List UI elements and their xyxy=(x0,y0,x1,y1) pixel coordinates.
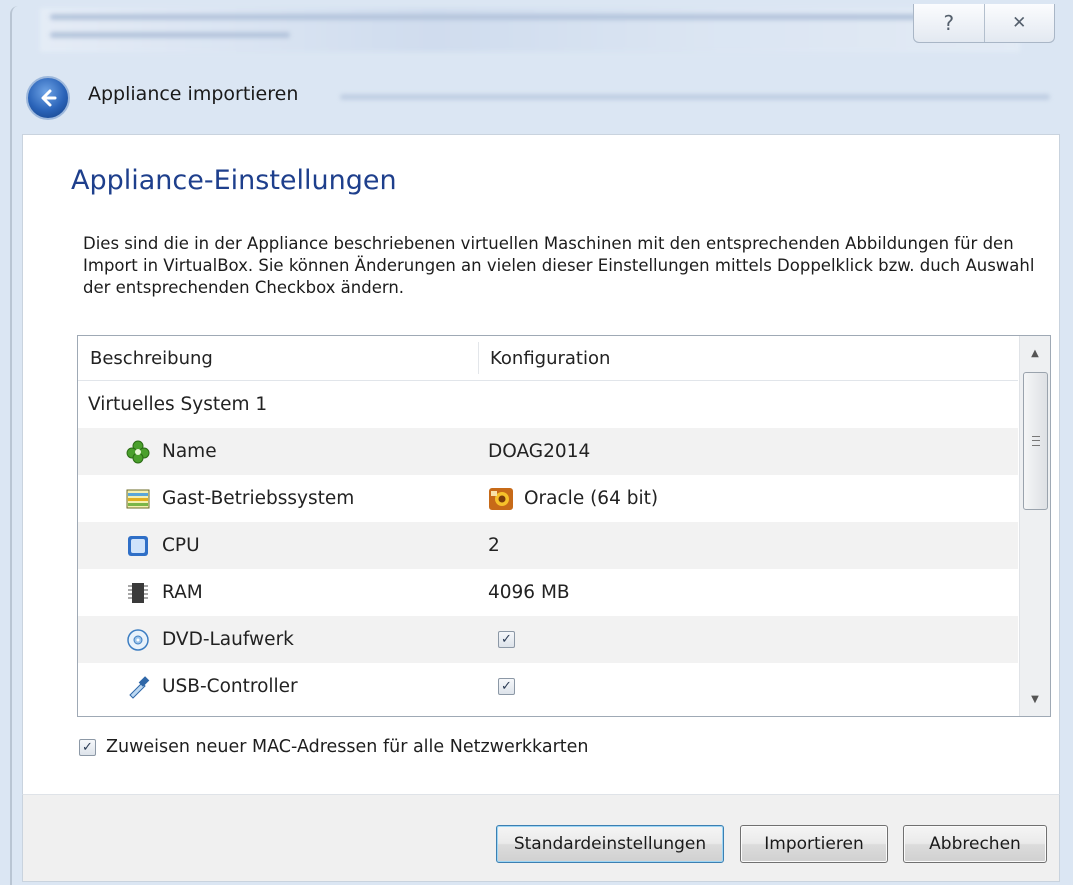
row-value[interactable]: 4096 MB xyxy=(488,569,570,616)
row-label-cell: Name xyxy=(126,428,217,475)
row-label: CPU xyxy=(162,535,200,556)
column-header-description[interactable]: Beschreibung xyxy=(90,348,213,369)
table-row[interactable]: USB-Controller ✓ xyxy=(78,663,1018,710)
table-row-group[interactable]: Virtuelles System 1 xyxy=(78,381,1018,428)
row-label-cell: Gast-Betriebssystem xyxy=(126,475,354,522)
chevron-up-icon: ▲ xyxy=(1031,347,1039,359)
table-row[interactable]: RAM 4096 MB xyxy=(78,569,1018,616)
help-icon: ? xyxy=(943,11,955,35)
row-value: Oracle (64 bit) xyxy=(524,488,659,509)
close-button[interactable]: ✕ xyxy=(983,4,1055,42)
cpu-icon xyxy=(126,534,150,558)
oracle-os-icon xyxy=(488,487,514,511)
wizard-title: Appliance importieren xyxy=(88,83,299,105)
scroll-down-button[interactable]: ▼ xyxy=(1020,682,1050,716)
dvd-icon xyxy=(126,628,150,652)
table-row[interactable]: Gast-Betriebssystem Oracle (64 bit) xyxy=(78,475,1018,522)
row-label-cell: RAM xyxy=(126,569,203,616)
import-button[interactable]: Importieren xyxy=(740,825,888,863)
column-divider[interactable] xyxy=(478,342,479,374)
wizard-header: Appliance importieren xyxy=(0,68,1073,124)
group-label: Virtuelles System 1 xyxy=(88,394,268,415)
ram-icon xyxy=(126,581,150,605)
row-value-cell: ✓ xyxy=(488,616,515,663)
button-bar: Standardeinstellungen Importieren Abbrec… xyxy=(22,794,1060,882)
mac-address-checkbox[interactable]: ✓ xyxy=(79,738,96,756)
restore-defaults-button[interactable]: Standardeinstellungen xyxy=(496,825,724,863)
row-label: RAM xyxy=(162,582,203,603)
page-title: Appliance-Einstellungen xyxy=(71,165,397,196)
caption-buttons: ? ✕ xyxy=(913,4,1055,43)
mac-address-option[interactable]: ✓ Zuweisen neuer MAC-Adressen für alle N… xyxy=(79,737,589,757)
row-label: Gast-Betriebssystem xyxy=(162,488,355,509)
back-arrow-icon xyxy=(41,89,57,107)
name-icon xyxy=(126,440,150,464)
row-value-cell: ✓ xyxy=(488,663,515,710)
dvd-checkbox[interactable]: ✓ xyxy=(498,631,515,648)
column-header-configuration[interactable]: Konfiguration xyxy=(490,348,610,369)
row-value[interactable]: 2 xyxy=(488,522,500,569)
appliance-settings-table[interactable]: Beschreibung Konfiguration Virtuelles Sy… xyxy=(77,335,1051,717)
mac-address-label: Zuweisen neuer MAC-Adressen für alle Net… xyxy=(106,737,589,757)
table-scrollbar[interactable]: ▲ ▼ xyxy=(1019,336,1050,716)
blurred-line xyxy=(50,14,980,20)
scrollbar-thumb[interactable] xyxy=(1023,372,1048,510)
row-label: DVD-Laufwerk xyxy=(162,629,294,650)
usb-checkbox[interactable]: ✓ xyxy=(498,678,515,695)
table-header: Beschreibung Konfiguration xyxy=(78,336,1018,381)
row-label-cell: USB-Controller xyxy=(126,663,298,710)
cancel-button[interactable]: Abbrechen xyxy=(903,825,1047,863)
table-row[interactable]: DVD-Laufwerk ✓ xyxy=(78,616,1018,663)
table-body: Virtuelles System 1 Name DOAG2014 Gast-B… xyxy=(78,381,1018,710)
scroll-up-button[interactable]: ▲ xyxy=(1020,336,1050,370)
row-value-cell[interactable]: Oracle (64 bit) xyxy=(488,475,658,522)
row-value[interactable]: DOAG2014 xyxy=(488,428,590,475)
blurred-line xyxy=(50,32,290,38)
help-button[interactable]: ? xyxy=(914,4,984,42)
table-row[interactable]: CPU 2 xyxy=(78,522,1018,569)
table-row[interactable]: Name DOAG2014 xyxy=(78,428,1018,475)
row-label-cell: CPU xyxy=(126,522,200,569)
back-button[interactable] xyxy=(26,76,70,120)
page-description: Dies sind die in der Appliance beschrieb… xyxy=(83,234,1035,297)
row-label-cell: DVD-Laufwerk xyxy=(126,616,294,663)
close-icon: ✕ xyxy=(1012,13,1027,33)
usb-icon xyxy=(126,675,150,699)
guest-os-icon xyxy=(126,488,150,510)
content-panel: Appliance-Einstellungen Dies sind die in… xyxy=(22,134,1060,795)
window-border xyxy=(10,6,18,885)
row-label: Name xyxy=(162,441,217,462)
grip-icon xyxy=(1031,436,1040,446)
chevron-down-icon: ▼ xyxy=(1031,693,1039,705)
row-label: USB-Controller xyxy=(162,676,298,697)
